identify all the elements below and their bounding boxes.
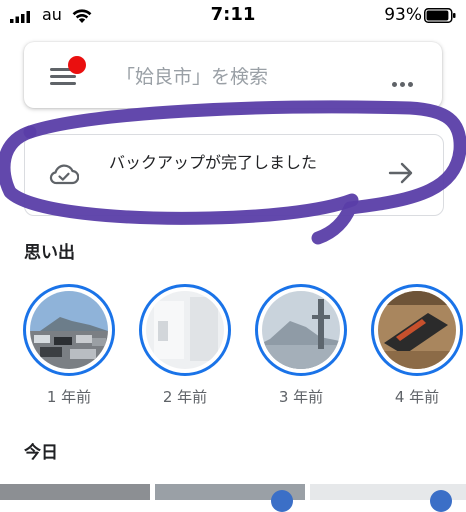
notification-dot — [68, 56, 86, 74]
more-dot — [408, 82, 413, 87]
selection-badge — [271, 490, 293, 512]
photo-thumbnail[interactable] — [155, 484, 305, 512]
memory-item-3-years[interactable]: 3 年前 — [255, 284, 351, 407]
arrow-right-icon[interactable] — [387, 161, 415, 185]
hamburger-line — [50, 75, 76, 78]
memories-heading: 思い出 — [24, 243, 75, 263]
status-bar: au 7:11 93% — [0, 0, 466, 32]
more-options-button[interactable] — [392, 72, 416, 91]
memory-thumbnail — [262, 291, 340, 369]
memory-ring — [23, 284, 115, 376]
selection-badge — [430, 490, 452, 512]
memory-ring — [371, 284, 463, 376]
cloud-done-icon — [49, 164, 79, 185]
memory-item-4-years[interactable]: 4 年前 — [371, 284, 466, 407]
menu-button[interactable] — [50, 56, 86, 86]
memory-label: 3 年前 — [278, 388, 324, 406]
search-input[interactable]: 「姶良市」を検索 — [116, 62, 268, 89]
battery-percent: 93% — [384, 5, 422, 25]
backup-status-card[interactable]: バックアップが完了しました — [24, 134, 444, 216]
memory-item-1-year[interactable]: 1 年前 — [23, 284, 119, 407]
memory-ring — [255, 284, 347, 376]
photo-thumbnail[interactable] — [310, 484, 466, 512]
memory-item-2-years[interactable]: 2 年前 — [139, 284, 235, 407]
battery-icon — [424, 8, 456, 23]
more-dot — [400, 82, 405, 87]
memory-thumbnail — [146, 291, 224, 369]
photo-thumbnail[interactable] — [0, 484, 150, 500]
memory-thumbnail — [30, 291, 108, 369]
memory-label: 4 年前 — [394, 388, 440, 406]
memory-label: 1 年前 — [46, 388, 92, 406]
more-dots-icon — [392, 82, 397, 87]
today-heading: 今日 — [24, 443, 58, 463]
hamburger-line — [50, 82, 76, 85]
backup-message: バックアップが完了しました — [109, 153, 318, 172]
memory-thumbnail — [378, 291, 456, 369]
memory-label: 2 年前 — [162, 388, 208, 406]
search-bar[interactable]: 「姶良市」を検索 — [24, 42, 442, 108]
memory-ring — [139, 284, 231, 376]
